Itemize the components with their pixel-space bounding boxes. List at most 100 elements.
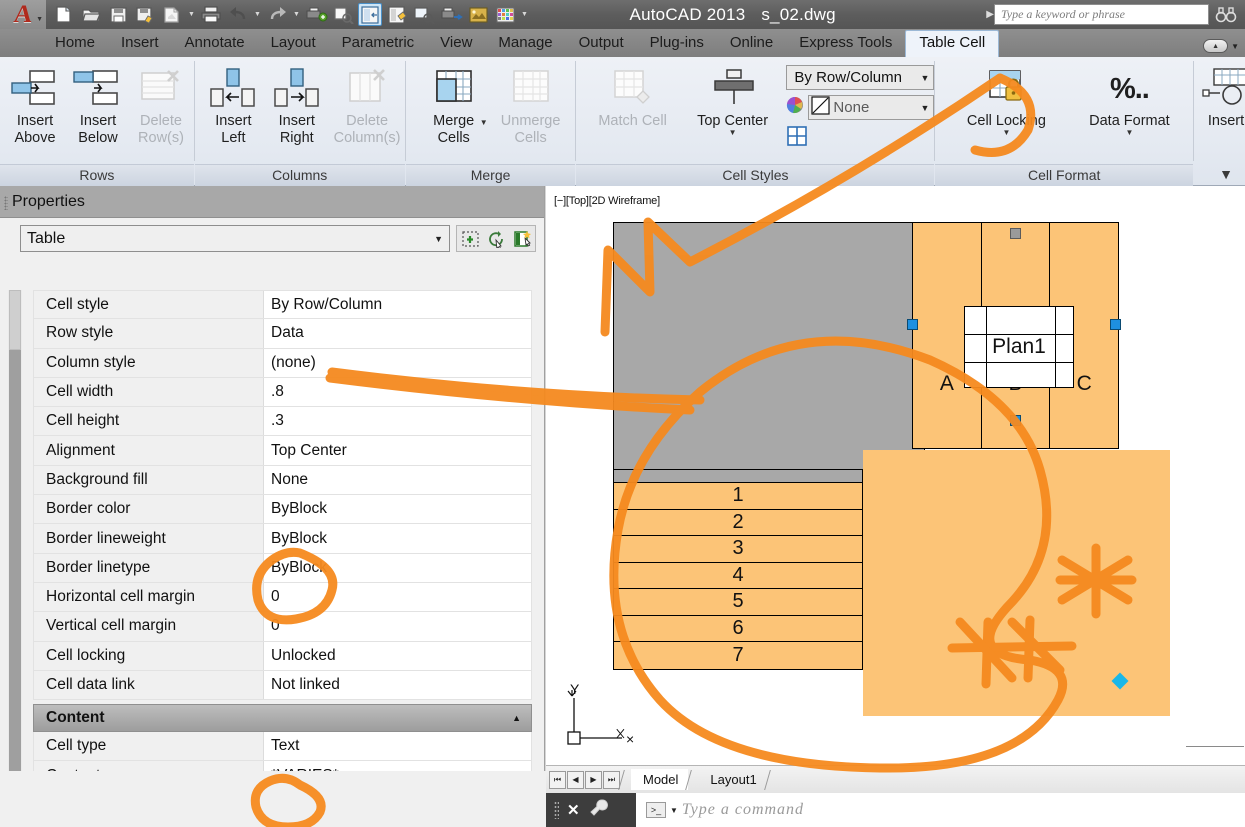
property-row[interactable]: Cell locking Unlocked — [33, 641, 532, 671]
table-grip-right[interactable] — [1110, 319, 1121, 330]
property-value[interactable]: ByBlock — [264, 495, 531, 524]
tab-manage[interactable]: Manage — [485, 31, 565, 57]
palette-grip-icon[interactable] — [4, 196, 8, 210]
tab-plugins[interactable]: Plug-ins — [637, 31, 717, 57]
property-value[interactable]: Not linked — [264, 670, 531, 700]
table-grip-top[interactable] — [1010, 228, 1021, 239]
new-file-icon[interactable] — [52, 3, 76, 26]
property-value[interactable]: Data — [264, 319, 531, 348]
wrench-icon[interactable] — [588, 798, 608, 823]
chevron-down-icon[interactable]: ▼ — [36, 16, 43, 23]
data-format-button[interactable]: %.. Data Format ▼ — [1071, 63, 1187, 137]
quick-select-icon[interactable] — [458, 227, 482, 250]
tab-layout[interactable]: Layout — [258, 31, 329, 57]
property-row[interactable]: Column style (none) — [33, 348, 532, 378]
chevron-down-icon[interactable]: ▼ — [187, 11, 196, 18]
tab-insert[interactable]: Insert — [108, 31, 172, 57]
property-row[interactable]: Cell height .3 — [33, 407, 532, 437]
close-icon[interactable]: ✕ — [567, 801, 580, 819]
command-prompt-area[interactable]: >_ ▼ Type a command — [636, 801, 804, 819]
property-value[interactable]: 0 — [264, 612, 531, 641]
ribbon-minimize-icon[interactable]: ▲ — [1203, 39, 1229, 53]
find-icon[interactable] — [412, 3, 436, 26]
tab-online[interactable]: Online — [717, 31, 786, 57]
property-row[interactable]: Cell style By Row/Column — [33, 290, 532, 320]
tab-home[interactable]: Home — [42, 31, 108, 57]
table-row[interactable]: 6 — [614, 616, 862, 642]
table-row-numbers[interactable]: 1 2 3 4 5 6 7 — [613, 482, 863, 670]
scrollbar-thumb-top[interactable] — [9, 290, 21, 350]
batch-plot-icon[interactable] — [304, 3, 328, 26]
chevron-down-icon[interactable]: ▼ — [921, 103, 930, 113]
property-value[interactable]: Text — [264, 732, 531, 761]
tab-view[interactable]: View — [427, 31, 485, 57]
command-line[interactable]: ✕ >_ ▼ Type a command — [546, 793, 1245, 827]
chevron-down-icon[interactable]: ▼ — [253, 11, 262, 18]
merge-cells-button[interactable]: Merge Cells — [418, 63, 490, 147]
property-row[interactable]: Horizontal cell margin 0 — [33, 582, 532, 613]
properties-icon[interactable] — [358, 3, 382, 26]
insert-row-below-button[interactable]: Insert Below — [67, 63, 129, 147]
application-menu-button[interactable]: A ▼ — [0, 0, 46, 29]
property-row[interactable]: Cell width .8 — [33, 377, 532, 408]
search-icon[interactable] — [1213, 3, 1239, 27]
chevron-down-icon[interactable]: ▼ — [921, 73, 930, 83]
section-header-content[interactable]: Content ▲ — [33, 704, 532, 733]
tab-annotate[interactable]: Annotate — [172, 31, 258, 57]
insert-block-button[interactable]: Insert — [1200, 63, 1245, 130]
table-row[interactable]: 1 — [614, 483, 862, 510]
insert-column-right-button[interactable]: Insert Right — [266, 63, 327, 147]
property-value[interactable]: ByBlock — [264, 553, 531, 582]
print-icon[interactable] — [199, 3, 223, 26]
table-grip-bottom[interactable] — [1010, 415, 1021, 426]
property-value[interactable]: .3 — [264, 407, 531, 436]
tab-parametric[interactable]: Parametric — [329, 31, 428, 57]
insert-column-left-button[interactable]: Insert Left — [203, 63, 264, 147]
selected-table-region[interactable] — [613, 222, 925, 470]
property-value[interactable]: Unlocked — [264, 641, 531, 670]
search-input[interactable]: Type a keyword or phrase — [994, 4, 1209, 25]
table-row[interactable]: 2 — [614, 510, 862, 536]
property-row[interactable]: Row style Data — [33, 319, 532, 349]
redo-icon[interactable] — [265, 3, 289, 26]
property-value[interactable]: None — [264, 465, 531, 495]
prev-layout-icon[interactable]: ◀ — [567, 770, 584, 789]
infocenter-expand-icon[interactable]: ▶ — [986, 9, 994, 20]
plan-table-block[interactable]: Plan1 — [964, 306, 1074, 388]
property-row[interactable]: Cell data link Not linked — [33, 670, 532, 701]
data-format-dropdown-icon[interactable]: ▼ — [1125, 129, 1133, 137]
edit-borders-button[interactable] — [786, 125, 810, 152]
plot-preview-icon[interactable] — [160, 3, 184, 26]
last-layout-icon[interactable]: ⏭ — [603, 770, 620, 789]
property-value[interactable]: (none) — [264, 348, 531, 377]
color-wheel-icon[interactable] — [786, 96, 804, 119]
render-icon[interactable] — [466, 3, 490, 26]
drawing-canvas[interactable]: [−][Top][2D Wireframe] A B C 1 2 3 4 5 6… — [546, 186, 1245, 771]
property-row[interactable]: Cell type Text — [33, 732, 532, 762]
command-input[interactable]: Type a command — [682, 801, 804, 819]
scrollbar-track[interactable] — [9, 350, 21, 790]
collapse-icon[interactable]: ▲ — [512, 713, 521, 723]
tab-express-tools[interactable]: Express Tools — [786, 31, 905, 57]
table-row[interactable]: 5 — [614, 589, 862, 616]
table-row[interactable]: 7 — [614, 642, 862, 669]
tab-output[interactable]: Output — [566, 31, 637, 57]
property-row[interactable]: Border lineweight ByBlock — [33, 524, 532, 554]
object-type-dropdown[interactable]: Table ▼ — [20, 225, 450, 252]
table-row[interactable]: 3 — [614, 536, 862, 563]
tab-model[interactable]: Model — [631, 769, 689, 790]
select-cycling-icon[interactable] — [484, 227, 508, 250]
panel-overflow-icon[interactable]: ▼ — [1194, 164, 1245, 186]
property-row[interactable]: Vertical cell margin 0 — [33, 612, 532, 642]
alignment-button[interactable]: Top Center ▼ — [685, 63, 781, 137]
property-row[interactable]: Border color ByBlock — [33, 495, 532, 525]
properties-scrollbar[interactable] — [8, 290, 22, 821]
cell-style-dropdown[interactable]: By Row/Column ▼ — [786, 65, 935, 90]
insert-row-above-button[interactable]: Insert Above — [4, 63, 66, 147]
command-history-icon[interactable]: >_ — [646, 802, 666, 818]
table-row[interactable]: 4 — [614, 563, 862, 589]
undo-icon[interactable] — [226, 3, 250, 26]
publish-icon[interactable] — [439, 3, 463, 26]
chevron-down-icon[interactable]: ▼ — [292, 11, 301, 18]
save-as-icon[interactable] — [133, 3, 157, 26]
